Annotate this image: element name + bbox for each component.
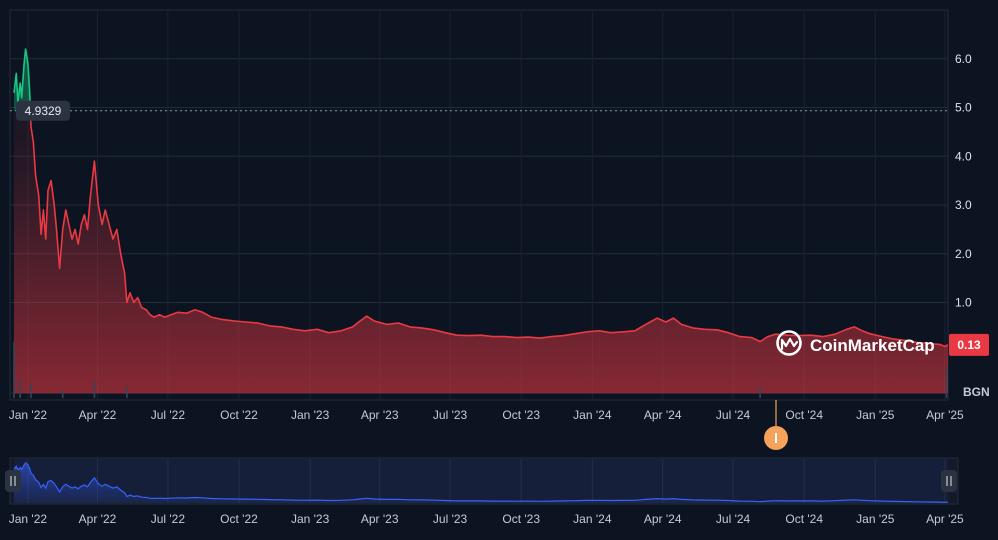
volume-bar — [61, 389, 64, 398]
volume-bar — [19, 378, 21, 398]
chart-container: 1.0 2.0 3.0 4.0 5.0 6.0 Jan '22 Apr '22 Jul '22… — [0, 0, 998, 540]
navigator-handle-right[interactable] — [941, 470, 957, 492]
x-axis-ticks: Jan '22 Apr '22 Jul '22 Oct '22 Jan '23 Apr '… — [9, 408, 964, 422]
open-value-badge: 4.9329 — [16, 100, 70, 121]
price-line-up — [13, 48, 32, 111]
x-tick-label: Jul '23 — [433, 408, 468, 422]
volume-bar — [126, 386, 128, 398]
info-icon — [775, 433, 777, 443]
navigator-tick-label: Jul '23 — [433, 512, 468, 526]
y-tick-label: 1.0 — [955, 296, 972, 310]
navigator-tick-label: Jan '24 — [573, 512, 612, 526]
volume-bar — [945, 367, 948, 398]
volume-bar — [93, 381, 96, 398]
x-tick-label: Apr '25 — [926, 408, 964, 422]
currency-label: BGN — [963, 385, 990, 399]
open-value-label: 4.9329 — [25, 104, 62, 118]
navigator-handle-left[interactable] — [5, 470, 21, 492]
volume-bar — [30, 384, 32, 398]
x-tick-label: Oct '22 — [220, 408, 258, 422]
x-tick-label: Jul '24 — [716, 408, 751, 422]
x-tick-label: Jan '25 — [856, 408, 895, 422]
x-tick-label: Oct '23 — [502, 408, 540, 422]
navigator-tick-label: Jul '24 — [716, 512, 751, 526]
x-tick-label: Oct '24 — [785, 408, 823, 422]
x-tick-label: Apr '24 — [644, 408, 682, 422]
x-tick-label: Jul '22 — [151, 408, 186, 422]
y-tick-label: 5.0 — [955, 101, 972, 115]
navigator-tick-label: Apr '22 — [79, 512, 117, 526]
navigator-x-ticks: Jan '22 Apr '22 Jul '22 Oct '22 Jan '23 Apr '… — [9, 512, 964, 526]
range-navigator[interactable] — [5, 457, 959, 505]
x-tick-label: Jan '24 — [573, 408, 612, 422]
navigator-tick-label: Jan '22 — [9, 512, 48, 526]
navigator-selection — [14, 459, 948, 503]
y-tick-label: 3.0 — [955, 198, 972, 212]
navigator-tick-label: Jan '25 — [856, 512, 895, 526]
y-tick-label: 2.0 — [955, 247, 972, 261]
price-chart: 1.0 2.0 3.0 4.0 5.0 6.0 Jan '22 Apr '22 Jul '22… — [5, 9, 990, 526]
area-above-reference — [14, 49, 948, 111]
volume-bar — [759, 386, 761, 398]
y-tick-label: 6.0 — [955, 52, 972, 66]
x-tick-label: Jan '22 — [9, 408, 48, 422]
price-line-down — [29, 110, 949, 348]
y-tick-label: 4.0 — [955, 149, 972, 163]
navigator-tick-label: Oct '22 — [220, 512, 258, 526]
x-tick-label: Apr '23 — [361, 408, 399, 422]
volume-bar — [13, 342, 15, 398]
x-tick-label: Jan '23 — [291, 408, 330, 422]
navigator-tick-label: Jul '22 — [151, 512, 186, 526]
last-price-label: 0.13 — [957, 338, 981, 352]
navigator-tick-label: Apr '23 — [361, 512, 399, 526]
navigator-tick-label: Jan '23 — [291, 512, 330, 526]
brand-name: CoinMarketCap — [810, 336, 935, 355]
area-below-reference — [14, 110, 948, 394]
navigator-tick-label: Oct '24 — [785, 512, 823, 526]
y-axis-ticks: 1.0 2.0 3.0 4.0 5.0 6.0 — [955, 52, 972, 310]
x-tick-label: Apr '22 — [79, 408, 117, 422]
navigator-tick-label: Apr '24 — [644, 512, 682, 526]
last-price-badge: 0.13 — [949, 333, 989, 356]
navigator-tick-label: Apr '25 — [926, 512, 964, 526]
navigator-tick-label: Oct '23 — [502, 512, 540, 526]
